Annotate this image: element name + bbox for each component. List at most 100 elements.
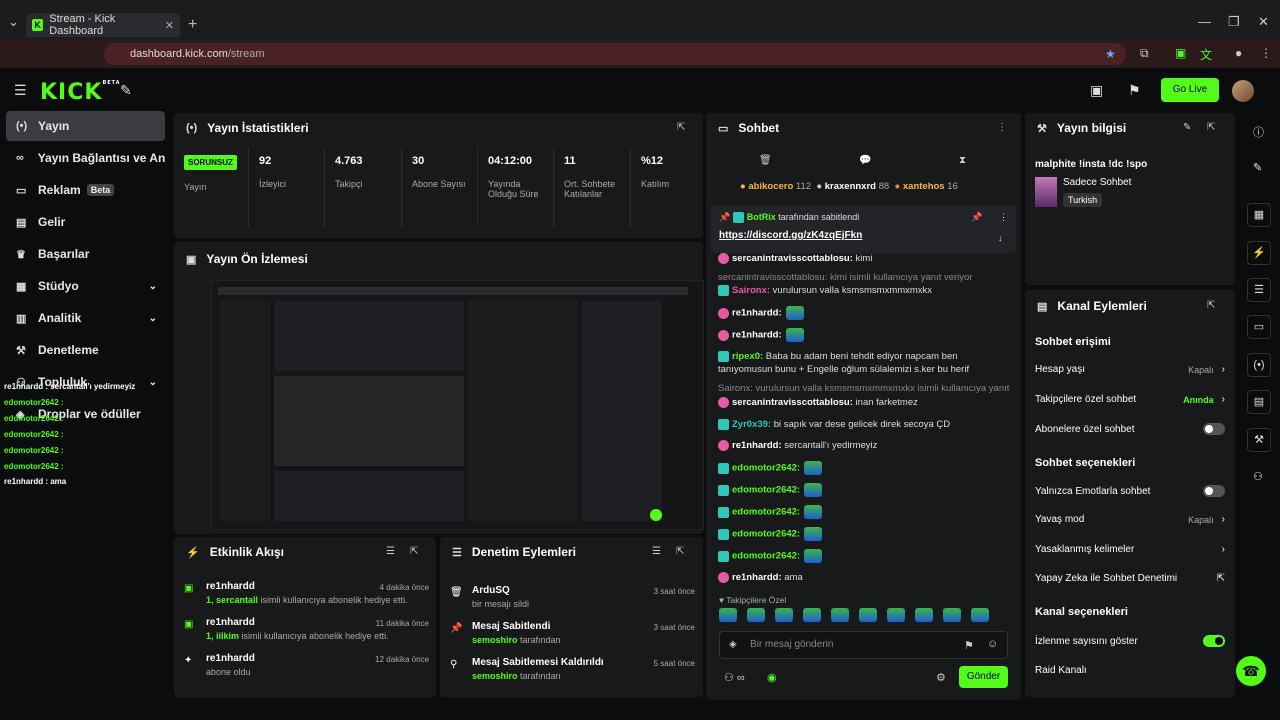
rail-users-icon[interactable]: ⚇ (1253, 470, 1263, 483)
chat-username[interactable]: re1nhardd: (732, 572, 782, 583)
show-viewers-toggle[interactable] (1203, 635, 1225, 647)
sidebar-item-studyo[interactable]: ▦ Stüdyo ⌄ (6, 271, 165, 301)
restore-icon[interactable]: ❐ (1228, 14, 1240, 30)
pinned-by[interactable]: BotRix (747, 212, 776, 222)
rail-activity-icon[interactable]: ⚡ (1247, 241, 1271, 265)
setting-slow-mode[interactable]: Yavaş mod Kapalı › (1035, 514, 1225, 525)
setting-follower-only[interactable]: Takipçilere özel sohbet Anında › (1035, 394, 1225, 405)
browser-tab[interactable]: K Stream - Kick Dashboard ✕ (26, 13, 180, 37)
emote[interactable] (971, 608, 989, 622)
setting-account-age[interactable]: Hesap yaşı Kapalı › (1035, 364, 1225, 375)
emote[interactable] (943, 608, 961, 622)
chat-username[interactable]: re1nhardd: (732, 330, 782, 341)
popout-icon[interactable]: ⇱ (1207, 122, 1215, 133)
translate-chat-icon[interactable]: ⚑ (964, 639, 974, 652)
translate-icon[interactable]: 文 (1200, 46, 1212, 63)
chat-username[interactable]: edomotor2642: (732, 507, 800, 518)
sidebar-item-basarilar[interactable]: ♛ Başarılar (6, 239, 165, 269)
chat-username[interactable]: Zyr0x39: (732, 419, 771, 430)
help-chat-icon[interactable]: ☎ (1236, 656, 1266, 686)
emote-only-toggle[interactable] (1203, 485, 1225, 497)
stream-preview-video[interactable] (211, 280, 704, 530)
rail-chat-icon[interactable]: ▭ (1247, 315, 1271, 339)
sidebar-item-analitik[interactable]: ▥ Analitik ⌄ (6, 303, 165, 333)
translate-header-icon[interactable]: ⚑ (1128, 82, 1141, 99)
emote[interactable] (831, 608, 849, 622)
chat-bubble-icon[interactable]: 💬 (859, 155, 871, 166)
emote[interactable] (775, 608, 793, 622)
emote[interactable] (719, 608, 737, 622)
popout-icon[interactable]: ⇱ (677, 122, 685, 133)
extension-trash-icon[interactable]: ▣ (1175, 46, 1186, 60)
setting-banned-words[interactable]: Yasaklanmış kelimeler › (1035, 544, 1225, 555)
edit-icon[interactable]: ✎ (1183, 122, 1191, 133)
filter-icon[interactable]: ☰ (652, 546, 661, 557)
emote[interactable] (859, 608, 877, 622)
edit-layout-icon[interactable]: ✎ (1253, 161, 1262, 174)
sidebar-item-reklam[interactable]: ▭ Reklam Beta (6, 175, 165, 205)
extensions-icon[interactable]: ⧉ (1140, 46, 1149, 61)
chat-username[interactable]: re1nhardd: (732, 440, 782, 451)
rail-channel-icon[interactable]: ▤ (1247, 390, 1271, 414)
chat-settings-icon[interactable]: ⚙ (936, 671, 946, 684)
top-user[interactable]: kraxennxrd (825, 181, 876, 192)
popout-icon[interactable]: ⇱ (1207, 300, 1215, 311)
kick-logo[interactable]: KICKBETA (40, 80, 121, 105)
user-avatar[interactable] (1232, 80, 1254, 102)
setting-ai-moderation[interactable]: Yapay Zeka ile Sohbet Denetimi ⇱ (1035, 573, 1225, 584)
new-tab-icon[interactable]: + (188, 16, 197, 34)
sidebar-item-gelir[interactable]: ▤ Gelir (6, 207, 165, 237)
expand-down-icon[interactable]: ↓ (998, 233, 1003, 243)
sidebar-item-denetleme[interactable]: ⚒ Denetleme (6, 335, 165, 365)
close-window-icon[interactable]: ✕ (1258, 14, 1269, 30)
chat-username[interactable]: sercanintravisscottablosu: (732, 253, 853, 264)
emote[interactable] (747, 608, 765, 622)
popout-icon[interactable]: ⇱ (676, 546, 684, 557)
chat-users-icon[interactable]: ⚇ ∞ (724, 671, 745, 684)
emote[interactable] (803, 608, 821, 622)
top-user[interactable]: xantehos (903, 181, 945, 192)
chat-username[interactable]: edomotor2642: (732, 551, 800, 562)
close-tab-icon[interactable]: ✕ (165, 19, 174, 32)
send-button[interactable]: Gönder (959, 666, 1008, 688)
chat-username[interactable]: edomotor2642: (732, 463, 800, 474)
rail-modlog-icon[interactable]: ☰ (1247, 278, 1271, 302)
sidebar-item-stream-key[interactable]: ∞ Yayın Bağlantısı ve Anahtar (6, 143, 165, 173)
bookmark-star-icon[interactable]: ★ (1105, 47, 1116, 61)
chat-username[interactable]: edomotor2642: (732, 529, 800, 540)
emote[interactable] (915, 608, 933, 622)
filter-icon[interactable]: ☰ (386, 546, 395, 557)
minimize-icon[interactable]: — (1198, 14, 1211, 29)
tab-list-icon[interactable]: ⌄ (8, 14, 19, 30)
sub-only-toggle[interactable] (1203, 423, 1225, 435)
browser-menu-icon[interactable]: ⋮ (1260, 46, 1272, 60)
setting-raid[interactable]: Raid Kanalı (1035, 665, 1225, 676)
chat-trash-icon[interactable]: 🗑 (759, 155, 772, 166)
stream-source-icon[interactable]: ▣ (1090, 82, 1103, 99)
profile-icon[interactable]: ● (1235, 46, 1242, 60)
emoji-icon[interactable]: ☺ (987, 638, 998, 650)
chat-menu-icon[interactable]: ⋮ (997, 122, 1007, 133)
chat-username[interactable]: ripex0: (732, 351, 763, 362)
chat-username[interactable]: re1nhardd: (732, 308, 782, 319)
rail-broadcast-icon[interactable]: (•) (1247, 353, 1271, 377)
chat-username[interactable]: sercanintravisscottablosu: (732, 397, 853, 408)
go-live-button[interactable]: Go Live (1161, 78, 1219, 102)
chat-username[interactable]: Saironx: (732, 285, 770, 296)
pinned-link[interactable]: https://discord.gg/zK4zqEjFkn (719, 230, 862, 241)
category-name[interactable]: Sadece Sohbet (1063, 177, 1131, 188)
rail-stats-icon[interactable]: ▦ (1247, 203, 1271, 227)
sidebar-item-yayin[interactable]: (•) Yayın (6, 111, 165, 141)
top-user[interactable]: abikocero (748, 181, 793, 192)
chat-username[interactable]: edomotor2642: (732, 485, 800, 496)
popout-icon[interactable]: ⇱ (410, 546, 418, 557)
pinned-menu-icon[interactable]: ⋮ (999, 212, 1008, 223)
hourglass-icon[interactable]: ⧗ (959, 155, 966, 166)
url-bar[interactable]: dashboard.kick.com/stream (104, 43, 1126, 65)
kick-points-icon[interactable]: ◉ (767, 671, 777, 684)
pin-tool-icon[interactable]: ✎ (120, 82, 132, 99)
info-icon[interactable]: ⓘ (1253, 124, 1264, 140)
hamburger-menu-icon[interactable]: ☰ (14, 82, 27, 99)
unpin-icon[interactable]: 📌 (971, 212, 982, 223)
emote[interactable] (887, 608, 905, 622)
